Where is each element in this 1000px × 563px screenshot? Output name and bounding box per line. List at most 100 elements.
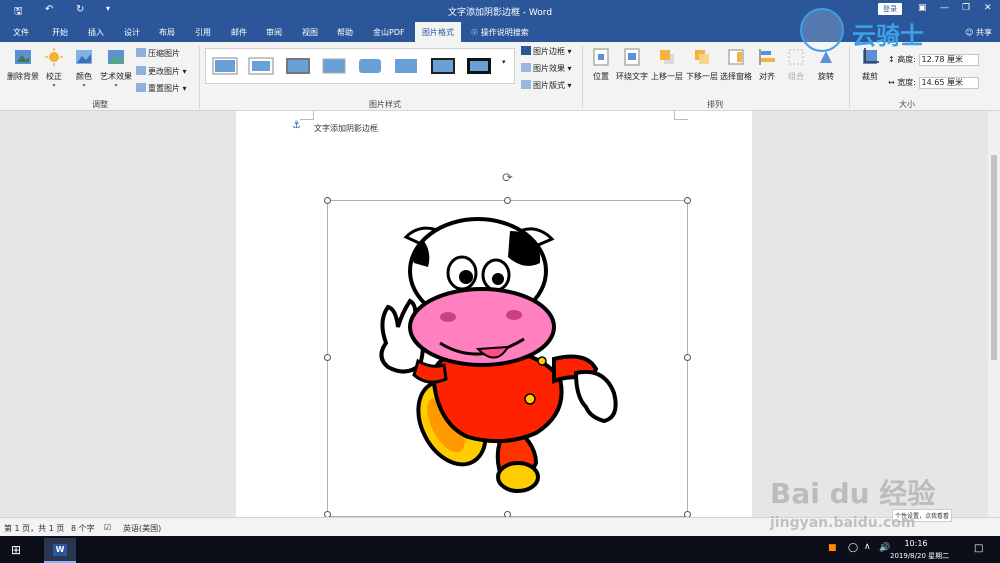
anchor-icon: ⚓ [292, 120, 301, 131]
close-icon[interactable]: ✕ [984, 3, 992, 13]
height-field: ↕ 高度: 12.78 厘米 [888, 54, 979, 66]
picture-style-thumbnail[interactable] [248, 57, 274, 75]
scrollbar-thumb[interactable] [991, 155, 997, 360]
tray-app-icon[interactable]: ■ [828, 543, 837, 553]
picture-style-thumbnail[interactable] [321, 57, 347, 75]
login-button[interactable]: 登录 [878, 3, 902, 15]
picture-style-thumbnail[interactable] [430, 57, 456, 75]
tab-layout[interactable]: 布局 [159, 27, 175, 38]
picture-styles-gallery [205, 48, 515, 84]
notifications-icon[interactable]: □ [974, 543, 983, 554]
rotate-button[interactable]: 旋转 [816, 48, 836, 82]
title-bar: 🖫 ↶ ↻ ▾ 文字添加阴影边框 - Word 登录 ▣ — ❐ ✕ [0, 0, 1000, 22]
clock-date[interactable]: 2019/8/20 星期二 [890, 551, 949, 561]
tab-home[interactable]: 开始 [52, 27, 68, 38]
windows-start-icon[interactable]: ⊞ [11, 543, 21, 557]
cartoon-cow-picture [379, 217, 618, 493]
resize-handle[interactable] [324, 197, 331, 204]
reset-picture-button[interactable]: 重置图片 ▾ [136, 83, 187, 94]
word-app-icon: W [53, 544, 67, 556]
ribbon: 删除背景 校正 ▾ 颜色 ▾ 艺术效果 ▾ 压缩图片 更改图片 ▾ 重置图片 ▾… [0, 42, 1000, 111]
picture-style-thumbnail[interactable] [393, 57, 419, 75]
resize-handle[interactable] [684, 354, 691, 361]
ribbon-display-icon[interactable]: ▣ [918, 3, 927, 13]
send-backward-button[interactable]: 下移一层 [685, 48, 719, 82]
chevron-down-icon: ▾ [52, 82, 56, 89]
tab-mailings[interactable]: 邮件 [231, 27, 247, 38]
window-title: 文字添加阴影边框 - Word [447, 8, 553, 18]
document-page[interactable]: ⚓ 文字添加阴影边框 ⟳ [236, 111, 752, 518]
corrections-button[interactable]: 校正 ▾ [44, 48, 64, 89]
logo-text: 云骑士 [852, 22, 924, 50]
tab-kingsoft-pdf[interactable]: 金山PDF [373, 27, 405, 38]
knight-logo-icon [800, 8, 844, 52]
picture-border-button[interactable]: 图片边框 ▾ [521, 46, 572, 57]
change-picture-button[interactable]: 更改图片 ▾ [136, 66, 187, 77]
minimize-icon[interactable]: — [940, 3, 949, 13]
resize-handle[interactable] [684, 197, 691, 204]
height-input[interactable]: 12.78 厘米 [918, 54, 979, 66]
resize-handle[interactable] [324, 354, 331, 361]
selection-pane-button[interactable]: 选择窗格 [719, 48, 753, 82]
maximize-icon[interactable]: ❐ [962, 3, 970, 13]
tab-insert[interactable]: 插入 [88, 27, 104, 38]
change-picture-icon [136, 66, 146, 75]
wrap-text-icon [623, 48, 641, 66]
chevron-down-icon: ▾ [114, 82, 118, 89]
picture-layout-button[interactable]: 图片版式 ▾ [521, 80, 572, 91]
word-count[interactable]: 8 个字 [71, 523, 95, 534]
tab-review[interactable]: 审阅 [266, 27, 282, 38]
tab-file[interactable]: 文件 [13, 27, 29, 38]
picture-effects-button[interactable]: 图片效果 ▾ [521, 63, 572, 74]
group-label-arrange: 排列 [707, 100, 723, 109]
picture-style-thumbnail[interactable] [212, 57, 238, 75]
selected-picture-frame[interactable] [324, 197, 691, 518]
tell-me-search[interactable]: ☉ 操作说明搜索 [471, 27, 529, 38]
document-heading[interactable]: 文字添加阴影边框 [314, 123, 378, 134]
remove-background-button[interactable]: 删除背景 [6, 48, 40, 82]
group-label-size: 大小 [899, 100, 915, 109]
word-taskbar-button[interactable]: W [44, 538, 76, 563]
wrap-text-button[interactable]: 环绕文字 [615, 48, 649, 82]
tab-picture-format[interactable]: 图片格式 [415, 22, 461, 42]
reset-picture-icon [136, 83, 146, 92]
baidu-watermark: Bai du 经验 [770, 477, 936, 510]
volume-icon[interactable]: 🔊 [879, 543, 890, 553]
width-input[interactable]: 14.65 厘米 [918, 77, 979, 89]
crop-button[interactable]: 裁剪 [858, 48, 882, 82]
color-button[interactable]: 颜色 ▾ [74, 48, 94, 89]
gallery-more-icon[interactable]: ▾ [502, 58, 506, 66]
people-icon[interactable]: ◯ [848, 543, 858, 553]
layout-icon [521, 80, 531, 89]
resize-handle[interactable] [504, 197, 511, 204]
group-divider [849, 46, 850, 108]
tab-help[interactable]: 帮助 [337, 27, 353, 38]
proofing-icon[interactable]: ☑ [104, 523, 111, 532]
picture-style-thumbnail[interactable] [466, 57, 492, 75]
clock-time[interactable]: 10:16 [896, 539, 936, 548]
page-count[interactable]: 第 1 页，共 1 页 [4, 523, 64, 534]
send-backward-icon [693, 48, 711, 66]
share-button[interactable]: ☺ 共享 [965, 27, 992, 38]
group-label-styles: 图片样式 [369, 100, 401, 109]
compress-pictures-button[interactable]: 压缩图片 [136, 48, 180, 59]
align-button[interactable]: 对齐 [757, 48, 777, 82]
group-icon [787, 48, 805, 66]
tab-references[interactable]: 引用 [195, 27, 211, 38]
artistic-effects-button[interactable]: 艺术效果 ▾ [99, 48, 133, 89]
group-label-adjust: 调整 [92, 100, 108, 109]
vertical-scrollbar[interactable] [988, 111, 1000, 517]
rotate-handle-icon[interactable]: ⟳ [502, 171, 513, 186]
bring-forward-button[interactable]: 上移一层 [650, 48, 684, 82]
document-workspace: ⚓ 文字添加阴影边框 ⟳ [0, 111, 1000, 518]
picture-style-thumbnail[interactable] [285, 57, 311, 75]
group-button[interactable]: 组合 [786, 48, 806, 82]
tray-chevron-icon[interactable]: ∧ [864, 542, 871, 552]
tab-view[interactable]: 视图 [302, 27, 318, 38]
compress-icon [136, 48, 146, 57]
position-button[interactable]: 位置 [589, 48, 613, 82]
tab-design[interactable]: 设计 [124, 27, 140, 38]
picture-style-thumbnail[interactable] [357, 57, 383, 75]
language-indicator[interactable]: 英语(美国) [123, 523, 161, 534]
taskbar: ⊞ W ■ ◯ ∧ 🔊 10:16 2019/8/20 星期二 □ [0, 536, 1000, 563]
